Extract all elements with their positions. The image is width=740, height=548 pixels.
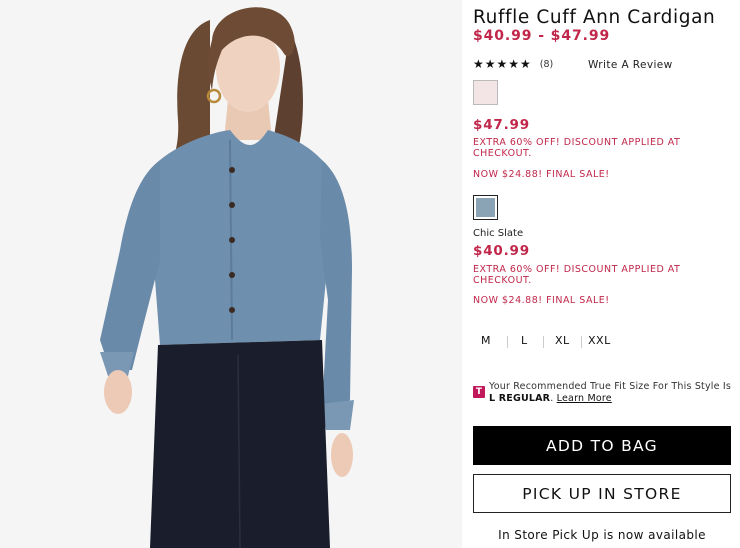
variant-price: $47.99 (473, 117, 530, 133)
size-option-l[interactable]: L (521, 334, 528, 347)
swatch-fill (476, 198, 495, 217)
true-fit-icon: T (473, 386, 485, 398)
size-option-xxl[interactable]: XXL (588, 334, 611, 347)
variant-promo: EXTRA 60% OFF! DISCOUNT APPLIED AT CHECK… (473, 137, 681, 159)
product-image[interactable] (0, 0, 462, 548)
color-swatch-chic-slate[interactable] (473, 195, 498, 220)
true-fit-size: L REGULAR (489, 393, 551, 404)
size-divider (507, 336, 508, 348)
true-fit-prefix: Your Recommended True Fit Size For This … (489, 381, 732, 392)
size-selector: M L XL XXL (473, 334, 673, 350)
pick-up-in-store-button[interactable]: PICK UP IN STORE (473, 474, 731, 513)
size-option-m[interactable]: M (481, 334, 491, 347)
rating-summary[interactable]: ★★★★★ (8) (473, 57, 553, 71)
price-range: $40.99 - $47.99 (473, 28, 611, 44)
variant-price: $40.99 (473, 243, 530, 259)
product-title: Ruffle Cuff Ann Cardigan (473, 7, 716, 28)
size-divider (581, 336, 582, 348)
pickup-availability-note: In Store Pick Up is now available (498, 528, 706, 542)
size-option-xl[interactable]: XL (555, 334, 570, 347)
true-fit-period: . (550, 393, 554, 404)
color-name: Chic Slate (473, 228, 524, 239)
variant-final-sale: NOW $24.88! FINAL SALE! (473, 169, 610, 180)
size-divider (543, 336, 544, 348)
variant-promo: EXTRA 60% OFF! DISCOUNT APPLIED AT CHECK… (473, 264, 681, 286)
model-wearing-cardigan-illustration (0, 0, 462, 548)
true-fit-text: Your Recommended True Fit Size For This … (489, 381, 734, 405)
color-swatch-blush[interactable] (473, 80, 498, 105)
write-review-link[interactable]: Write A Review (588, 59, 673, 71)
review-count: (8) (539, 58, 554, 70)
star-rating-icon: ★★★★★ (473, 57, 532, 71)
variant-final-sale: NOW $24.88! FINAL SALE! (473, 295, 610, 306)
learn-more-link[interactable]: Learn More (557, 393, 612, 404)
add-to-bag-button[interactable]: ADD TO BAG (473, 426, 731, 465)
product-info-panel: Ruffle Cuff Ann Cardigan $40.99 - $47.99… (473, 0, 740, 548)
